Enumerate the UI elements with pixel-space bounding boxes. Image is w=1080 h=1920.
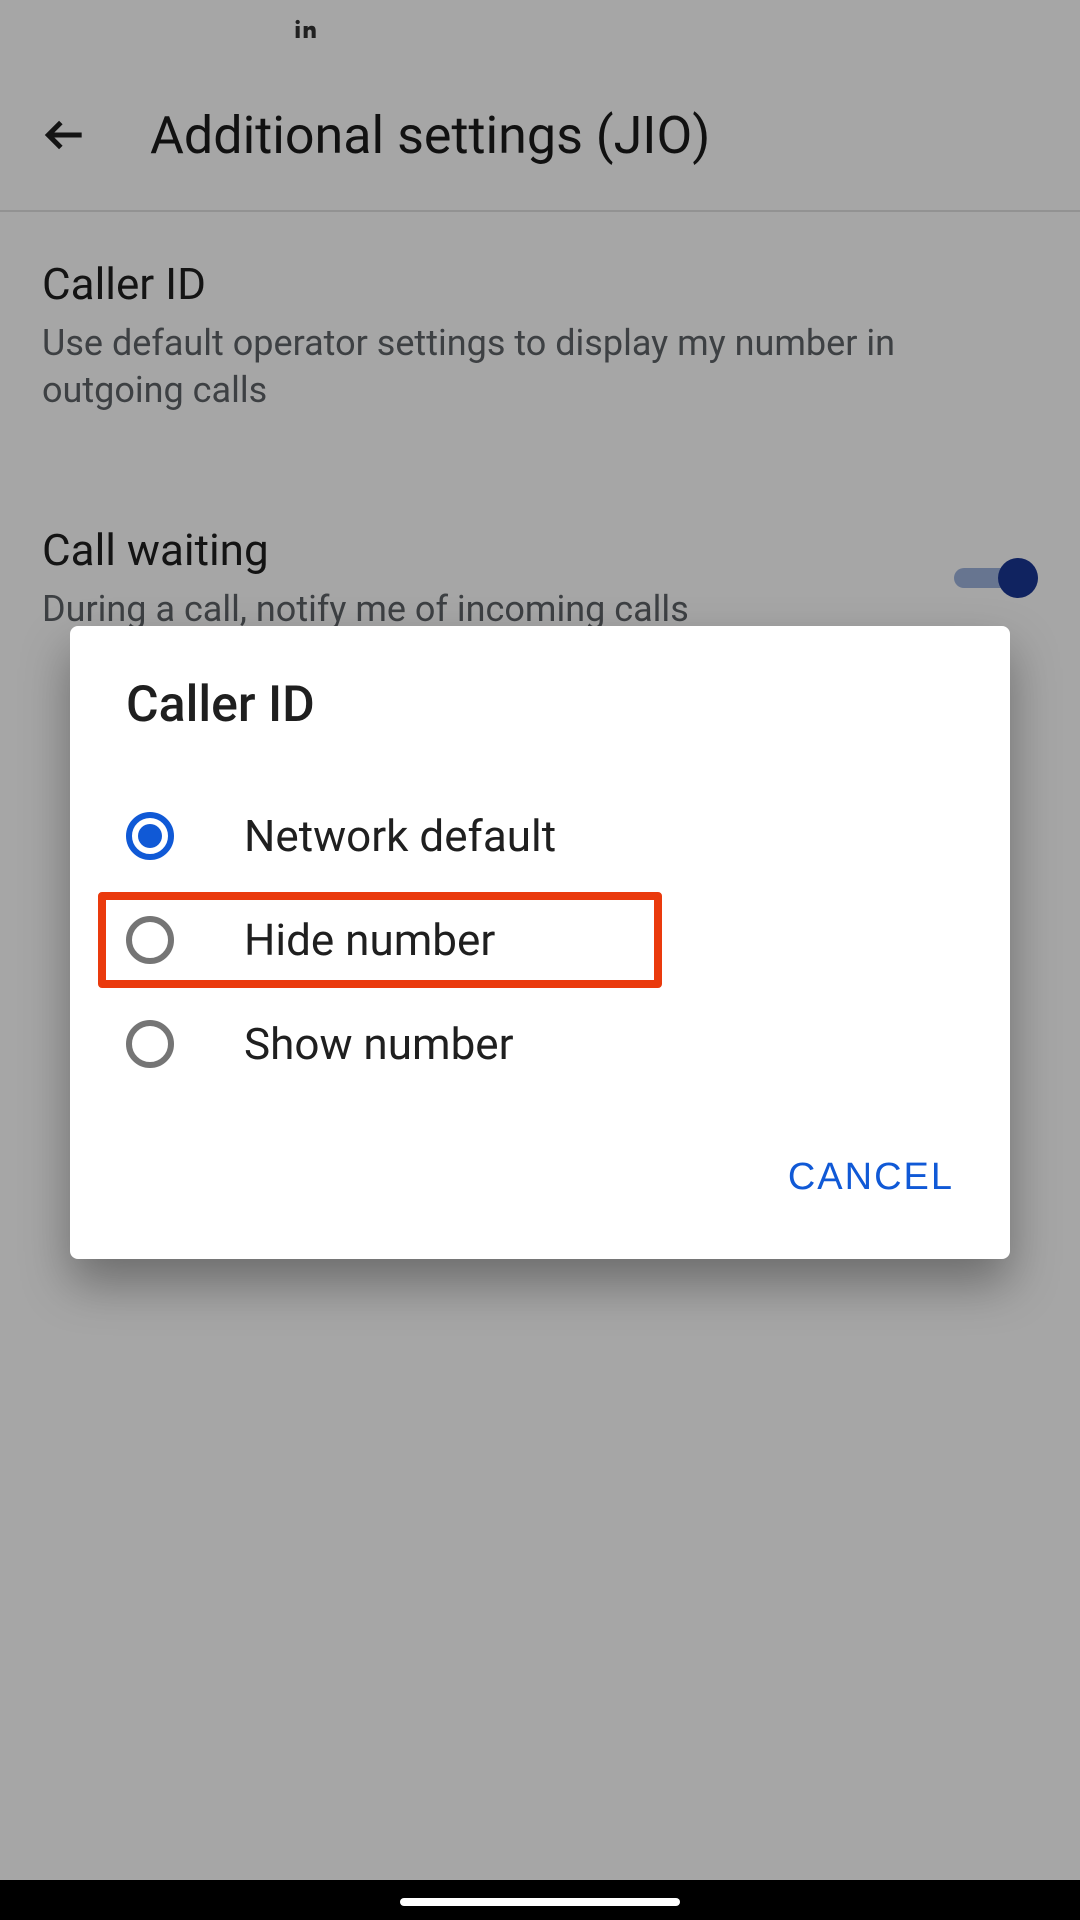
radio-option-network-default[interactable]: Network default — [70, 784, 1010, 888]
radio-label: Network default — [244, 810, 556, 862]
dialog-actions: CANCEL — [70, 1116, 1010, 1249]
cancel-button[interactable]: CANCEL — [788, 1146, 954, 1209]
dialog-title: Caller ID — [70, 626, 1010, 774]
radio-list: Network default Hide number Show number — [70, 774, 1010, 1116]
radio-selected-icon — [126, 812, 174, 860]
radio-unselected-icon — [126, 1020, 174, 1068]
radio-unselected-icon — [126, 916, 174, 964]
caller-id-dialog: Caller ID Network default Hide number Sh… — [70, 626, 1010, 1259]
radio-label: Show number — [244, 1018, 514, 1070]
radio-label: Hide number — [244, 914, 495, 966]
gesture-handle[interactable] — [400, 1898, 680, 1906]
radio-option-hide-number[interactable]: Hide number — [70, 888, 1010, 992]
radio-option-show-number[interactable]: Show number — [70, 992, 1010, 1096]
